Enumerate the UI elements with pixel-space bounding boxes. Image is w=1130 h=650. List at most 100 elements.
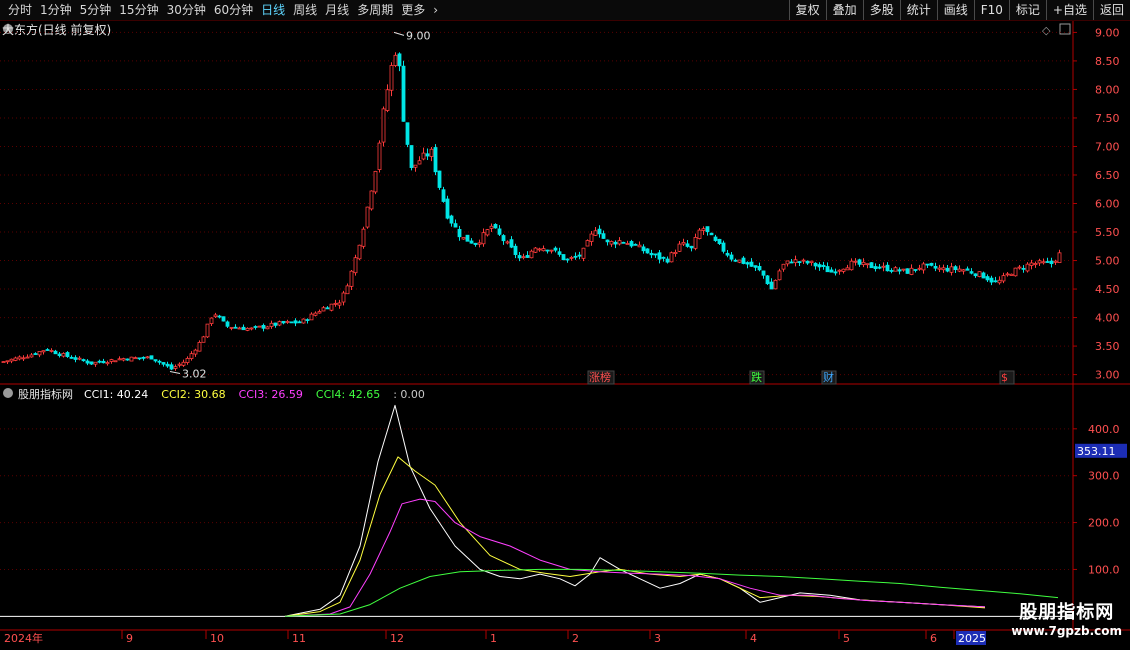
toolbar-button-8[interactable]: 返回 (1092, 0, 1130, 20)
candle (341, 292, 346, 303)
candle (737, 259, 742, 263)
candle (401, 65, 406, 122)
candle (981, 272, 986, 279)
candle (365, 206, 370, 228)
event-label-3: $ (1001, 371, 1008, 384)
indicator-readout-3: CCI4: 42.65 (316, 388, 380, 401)
candle (393, 54, 398, 66)
candle (789, 261, 794, 264)
candle (525, 255, 530, 258)
candle (21, 357, 26, 360)
candle (325, 307, 330, 310)
candle (577, 254, 582, 257)
candle (225, 321, 230, 327)
candle (893, 267, 898, 272)
candle (541, 248, 546, 252)
candle (317, 311, 322, 314)
toolbar-button-7[interactable]: +自选 (1045, 0, 1093, 20)
candle (281, 320, 286, 324)
candle (697, 229, 702, 239)
period-tab-6[interactable]: 日线 (257, 0, 289, 20)
candle (1045, 261, 1050, 263)
candle (689, 245, 694, 249)
chevron-right-icon[interactable]: › (429, 0, 442, 20)
candle (673, 251, 678, 255)
candle (857, 259, 862, 265)
indicator-menu-icon (3, 388, 13, 398)
candle (581, 247, 586, 259)
toolbar-button-5[interactable]: F10 (973, 0, 1009, 20)
candle (9, 358, 14, 362)
candle (877, 266, 882, 269)
watermark: 股朋指标网 www.7gpzb.com (1011, 598, 1122, 638)
candle (953, 266, 958, 271)
period-tab-7[interactable]: 周线 (289, 0, 321, 20)
period-tab-2[interactable]: 5分钟 (76, 0, 116, 20)
candle (705, 226, 710, 233)
candle (85, 360, 90, 364)
indicator-readout-0: CCI1: 40.24 (84, 388, 148, 401)
period-tab-9[interactable]: 多周期 (353, 0, 397, 20)
candle (825, 266, 830, 273)
period-tab-0[interactable]: 分时 (4, 0, 36, 20)
toolbar-button-2[interactable]: 多股 (862, 0, 900, 20)
date-label-3: 11 (292, 632, 306, 645)
candle (633, 243, 638, 246)
toolbar-button-1[interactable]: 叠加 (825, 0, 863, 20)
main-tick-label-4: 7.00 (1095, 140, 1120, 153)
candle (973, 273, 978, 277)
candle (777, 270, 782, 281)
period-tab-8[interactable]: 月线 (321, 0, 353, 20)
toolbar-button-3[interactable]: 统计 (899, 0, 937, 20)
candle (433, 147, 438, 173)
toolbar-button-4[interactable]: 画线 (936, 0, 974, 20)
candle (229, 327, 234, 329)
candle (797, 261, 802, 264)
candle (845, 267, 850, 271)
period-tab-5[interactable]: 60分钟 (210, 0, 257, 20)
candle (513, 245, 518, 255)
date-label-10: 6 (930, 632, 937, 645)
candle (933, 265, 938, 269)
candle (757, 266, 762, 271)
candle (73, 357, 78, 360)
candle (805, 260, 810, 264)
candle (137, 357, 142, 360)
candle (829, 269, 834, 273)
candle (965, 268, 970, 271)
period-tab-3[interactable]: 15分钟 (115, 0, 162, 20)
date-label-11: 2025 (958, 632, 986, 645)
main-title: 大东方(日线 前复权) (2, 22, 111, 37)
candle (217, 315, 222, 318)
candle (1033, 263, 1038, 266)
period-tab-4[interactable]: 30分钟 (163, 0, 210, 20)
candle (509, 239, 514, 248)
candle (109, 359, 114, 362)
event-label-2: 财 (823, 370, 834, 384)
date-label-6: 2 (572, 632, 579, 645)
stock-chart[interactable]: ⌄大东方(日线 前复权) ◇ 9.008.508.007.507.006.506.0… (0, 21, 1130, 650)
period-tab-10[interactable]: 更多 (397, 0, 429, 20)
date-label-1: 9 (126, 632, 133, 645)
toolbar-button-6[interactable]: 标记 (1008, 0, 1046, 20)
candle (457, 229, 462, 238)
candle (345, 285, 350, 295)
candle (249, 327, 254, 330)
candle (741, 257, 746, 264)
candle (709, 232, 714, 236)
candle (769, 281, 774, 290)
candle (529, 250, 534, 259)
period-tab-1[interactable]: 1分钟 (36, 0, 76, 20)
toolbar-button-0[interactable]: 复权 (788, 0, 826, 20)
candle (641, 246, 646, 252)
candle (885, 264, 890, 272)
candle (361, 228, 366, 247)
toolbar: 分时 1分钟 5分钟 15分钟 30分钟 60分钟 日线 周线 月线 多周期 更多 › 复权 叠加 多股统… (0, 0, 1130, 21)
candle (661, 256, 666, 259)
indicator-readout-2: CCI3: 26.59 (239, 388, 303, 401)
candle (313, 312, 318, 316)
candle (277, 321, 282, 326)
candle (169, 364, 174, 370)
candle (269, 322, 274, 327)
candle (29, 354, 34, 358)
